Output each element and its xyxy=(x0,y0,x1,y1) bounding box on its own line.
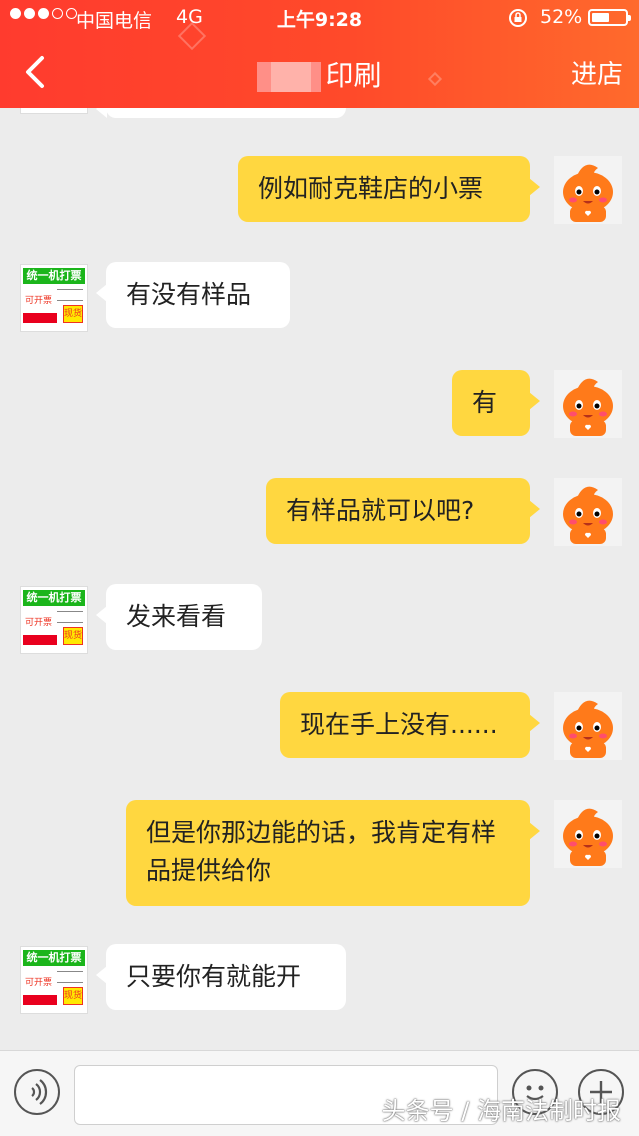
user-avatar[interactable] xyxy=(554,156,622,224)
shop-avatar-badge: 现货 xyxy=(63,987,83,1005)
watermark-text: 头条号 / 海南法制时报 xyxy=(381,1097,621,1125)
chat-title: 印刷 xyxy=(0,54,639,94)
message-text: 例如耐克鞋店的小票 xyxy=(258,174,484,203)
user-avatar[interactable] xyxy=(554,478,622,546)
message-bubble-outgoing[interactable]: 例如耐克鞋店的小票 xyxy=(238,156,540,222)
message-text: 但是你那边能的话，我肯定有样品提供给你 xyxy=(146,818,497,885)
input-bar: 头条号 / 海南法制时报 xyxy=(0,1050,639,1136)
message-bubble-incoming[interactable]: 发来看看 xyxy=(96,584,262,650)
orange-mascot-icon xyxy=(563,378,613,436)
shop-avatar-subtitle: 可开票 xyxy=(25,978,53,988)
shop-avatar[interactable]: 统一机打票 可开票 现货 xyxy=(20,946,88,1014)
message-text: 只要你有就能开 xyxy=(126,962,302,991)
message-bubble-outgoing[interactable]: 有样品就可以吧? xyxy=(266,478,540,544)
user-avatar[interactable] xyxy=(554,692,622,760)
shop-avatar-subtitle: 可开票 xyxy=(25,296,53,306)
enter-store-button[interactable]: 进店 xyxy=(571,54,623,91)
orange-mascot-icon xyxy=(563,700,613,758)
battery-percent: 52% xyxy=(540,6,583,28)
message-bubble-outgoing[interactable]: 现在手上没有...... xyxy=(280,692,540,758)
chat-area[interactable]: 例如耐克鞋店的小票 统一机打票 可开票 现货 有没有样品 有 有样品就可以吧? … xyxy=(0,108,639,1050)
shop-avatar-title: 统一机打票 xyxy=(23,268,85,284)
battery-icon xyxy=(588,9,631,26)
voice-icon xyxy=(31,1079,48,1105)
partial-message-bubble xyxy=(96,108,346,118)
shop-avatar[interactable]: 统一机打票 可开票 现货 xyxy=(20,586,88,654)
status-bar: 中国电信 4G 上午9:28 52% xyxy=(0,0,639,36)
shop-avatar-title: 统一机打票 xyxy=(23,590,85,606)
orange-mascot-icon xyxy=(563,164,613,222)
shop-avatar-subtitle: 可开票 xyxy=(25,618,53,628)
message-bubble-incoming[interactable]: 有没有样品 xyxy=(96,262,290,328)
user-avatar[interactable] xyxy=(554,370,622,438)
orange-mascot-icon xyxy=(563,486,613,544)
header-bar: 中国电信 4G 上午9:28 52% 印刷 进店 xyxy=(0,0,639,108)
shop-avatar[interactable]: 统一机打票 可开票 现货 xyxy=(20,264,88,332)
message-bubble-outgoing[interactable]: 但是你那边能的话，我肯定有样品提供给你 xyxy=(126,800,540,906)
message-bubble-incoming[interactable]: 只要你有就能开 xyxy=(96,944,346,1010)
orange-mascot-icon xyxy=(563,808,613,866)
shop-avatar-badge: 现货 xyxy=(63,627,83,645)
voice-button[interactable] xyxy=(14,1069,60,1115)
message-text: 发来看看 xyxy=(126,602,227,631)
message-text: 现在手上没有...... xyxy=(300,710,498,739)
message-text: 有样品就可以吧? xyxy=(286,496,475,525)
user-avatar[interactable] xyxy=(554,800,622,868)
shop-avatar-badge: 现货 xyxy=(63,305,83,323)
rotation-lock-icon xyxy=(509,9,527,27)
chat-title-text: 印刷 xyxy=(325,59,382,92)
shop-avatar-title: 统一机打票 xyxy=(23,950,85,966)
shop-avatar[interactable] xyxy=(20,108,88,114)
message-bubble-outgoing[interactable]: 有 xyxy=(452,370,540,436)
redacted-shop-name xyxy=(257,62,322,92)
message-text: 有没有样品 xyxy=(126,280,252,309)
nav-bar: 印刷 进店 xyxy=(0,40,639,106)
message-text: 有 xyxy=(472,388,498,417)
